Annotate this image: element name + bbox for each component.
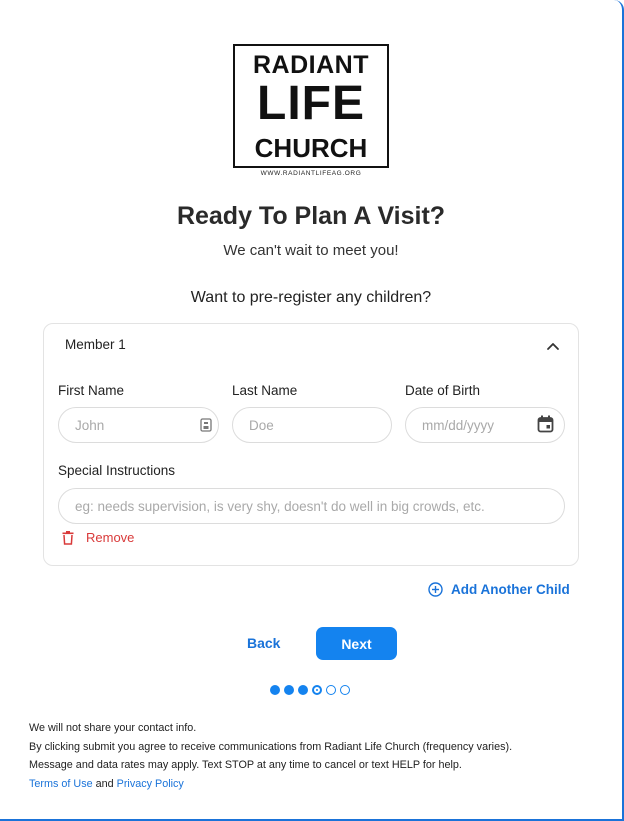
first-name-input[interactable] [58, 407, 219, 443]
page-title: Ready To Plan A Visit? [176, 202, 446, 230]
next-button[interactable]: Next [316, 627, 397, 660]
logo-url: WWW.RADIANTLIFEAG.ORG [260, 170, 362, 177]
chevron-up-icon[interactable] [546, 339, 560, 353]
last-name-input[interactable] [232, 407, 392, 443]
church-logo: RADIANT LIFE CHURCH [233, 44, 389, 168]
back-button[interactable]: Back [247, 635, 280, 651]
children-question: Want to pre-register any children? [190, 289, 432, 306]
member-card: Member 1 First Name Last Name Date of Bi… [43, 323, 579, 566]
special-instructions-label: Special Instructions [58, 463, 176, 478]
progress-dot [284, 685, 294, 695]
add-another-child-button[interactable]: Add Another Child [428, 582, 570, 597]
progress-dot [340, 685, 350, 695]
first-name-label: First Name [58, 383, 125, 398]
calendar-icon[interactable] [537, 415, 554, 433]
plus-circle-icon [428, 582, 443, 597]
terms-of-use-link[interactable]: Terms of Use [29, 778, 93, 790]
remove-button[interactable]: Remove [62, 530, 134, 545]
special-instructions-input[interactable] [58, 488, 565, 524]
remove-label: Remove [86, 530, 135, 545]
progress-dots [270, 685, 350, 695]
footer-links: Terms of Use and Privacy Policy [29, 775, 512, 794]
page-subtitle: We can't wait to meet you! [223, 242, 399, 259]
progress-dot-current [312, 685, 322, 695]
progress-dot [270, 685, 280, 695]
logo-line-1: RADIANT [253, 51, 369, 79]
last-name-label: Last Name [232, 383, 298, 398]
footer-line-1: We will not share your contact info. [29, 722, 197, 734]
logo-line-3: CHURCH [254, 133, 368, 163]
member-title: Member 1 [65, 337, 126, 352]
footer-line-3: Message and data rates may apply. Text S… [29, 759, 462, 771]
contact-card-icon [200, 418, 212, 432]
footer-line-2: By clicking submit you agree to receive … [29, 740, 513, 753]
progress-dot [326, 685, 336, 695]
add-another-child-label: Add Another Child [451, 582, 570, 597]
privacy-policy-link[interactable]: Privacy Policy [117, 778, 184, 790]
footer-disclaimer: We will not share your contact info. By … [29, 719, 512, 793]
trash-icon [62, 530, 74, 545]
progress-dot [298, 685, 308, 695]
logo-line-2: LIFE [257, 77, 365, 130]
footer-and-text: and [95, 777, 114, 790]
dob-label: Date of Birth [405, 383, 481, 398]
